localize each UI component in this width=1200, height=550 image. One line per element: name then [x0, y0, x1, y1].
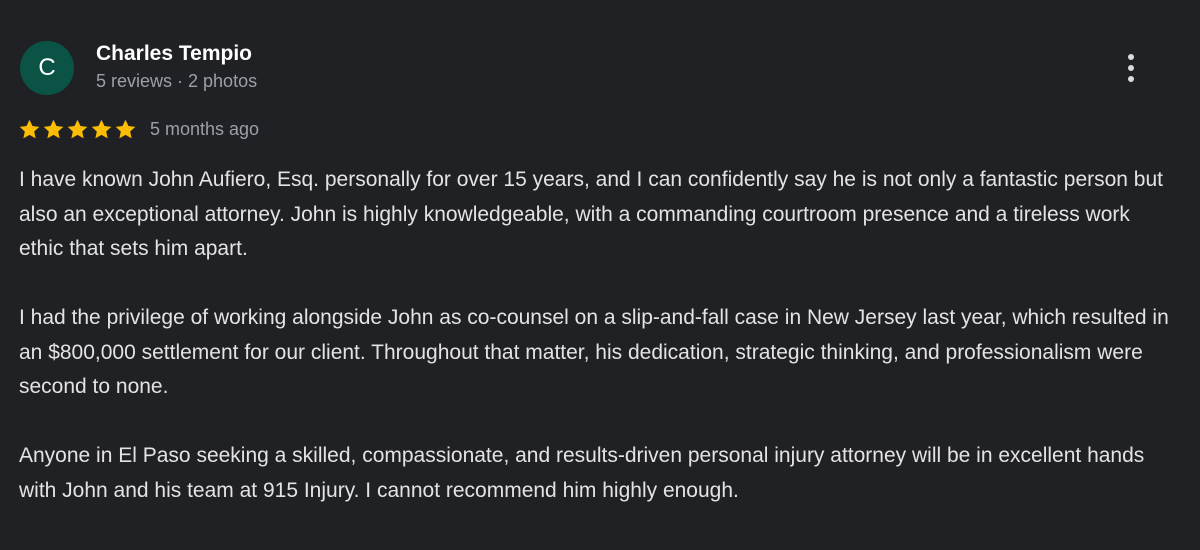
- more-options-button[interactable]: [1116, 50, 1146, 86]
- star-icon: [115, 119, 136, 138]
- avatar[interactable]: C: [20, 41, 74, 95]
- avatar-initial: C: [38, 54, 56, 81]
- star-icon: [91, 119, 112, 138]
- star-icon: [43, 119, 64, 138]
- rating-row: 5 months ago: [18, 116, 259, 142]
- more-vert-icon-dot: [1128, 65, 1134, 71]
- star-icon: [67, 119, 88, 138]
- review-paragraph: Anyone in El Paso seeking a skilled, com…: [19, 444, 1145, 502]
- author-info: Charles Tempio 5 reviews · 2 photos: [96, 41, 496, 94]
- author-meta: 5 reviews · 2 photos: [96, 71, 258, 91]
- star-icon: [19, 119, 40, 138]
- star-rating: [18, 118, 137, 141]
- author-name[interactable]: Charles Tempio: [96, 41, 496, 67]
- more-vert-icon: [1128, 54, 1134, 60]
- review-header: C Charles Tempio 5 reviews · 2 photos: [20, 40, 257, 96]
- review-card: C Charles Tempio 5 reviews · 2 photos 5 …: [0, 0, 1200, 550]
- review-paragraph: I had the privilege of working alongside…: [19, 306, 1169, 398]
- review-date: 5 months ago: [150, 118, 260, 139]
- review-text: I have known John Aufiero, Esq. personal…: [19, 163, 1179, 543]
- more-vert-icon-dot: [1128, 76, 1134, 82]
- review-paragraph: I have known John Aufiero, Esq. personal…: [19, 168, 1163, 260]
